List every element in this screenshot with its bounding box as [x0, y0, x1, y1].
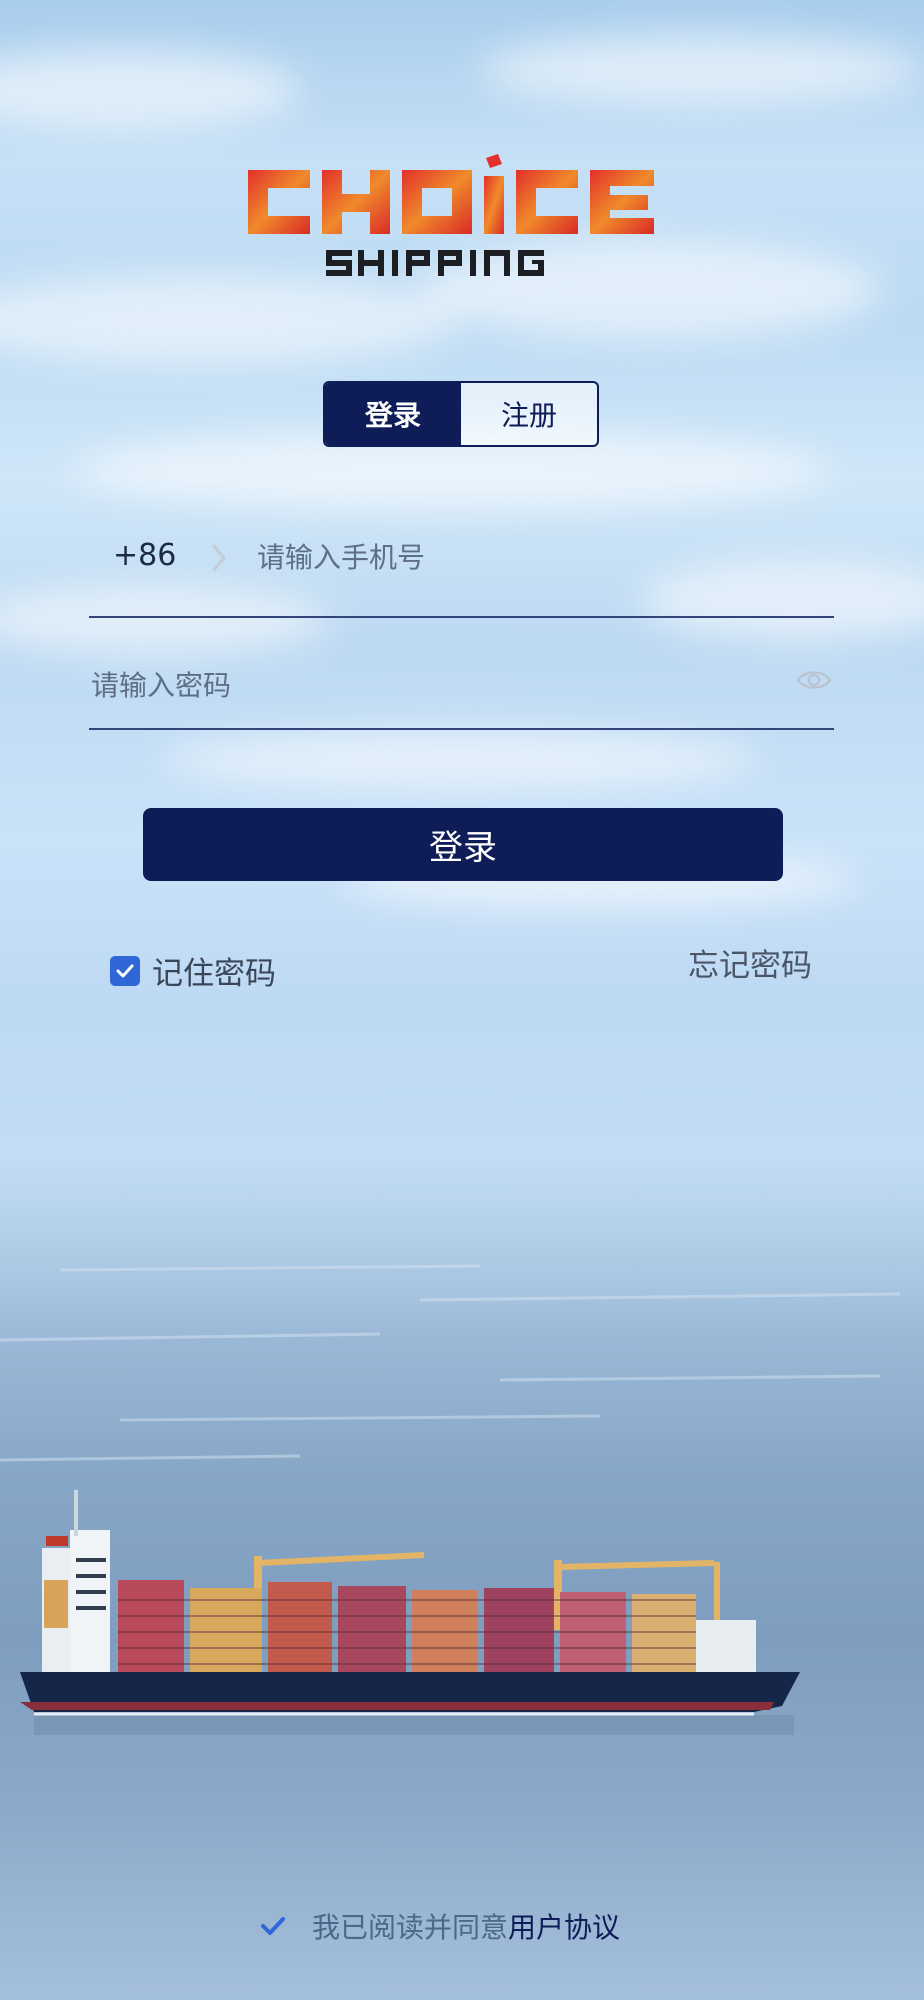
password-field-row [89, 650, 834, 730]
check-icon [261, 1917, 285, 1935]
user-agreement-link[interactable]: 用户协议 [508, 1906, 620, 1946]
agreement-text: 我已阅读并同意 [312, 1911, 509, 1944]
auth-tabs: 登录 注册 [323, 381, 599, 447]
remember-checkbox[interactable] [110, 955, 140, 986]
country-code-selector[interactable]: +86 [113, 538, 176, 573]
password-input[interactable] [89, 660, 733, 710]
remember-label: 记住密码 [152, 956, 276, 992]
agreement-row: 我已阅读并同意 用户协议 [258, 1906, 620, 1946]
remember-password[interactable]: 记住密码 [110, 948, 276, 993]
login-button[interactable]: 登录 [143, 808, 783, 881]
brand-logo [240, 150, 684, 290]
check-icon [116, 964, 134, 977]
eye-icon[interactable] [796, 666, 832, 694]
tab-login[interactable]: 登录 [325, 383, 461, 445]
forgot-password-link[interactable]: 忘记密码 [688, 940, 812, 985]
phone-field-row: +86 [89, 520, 834, 618]
tab-register[interactable]: 注册 [461, 383, 597, 445]
phone-input[interactable] [255, 532, 819, 582]
container-ship-image [14, 1470, 814, 1740]
agreement-checkbox[interactable] [258, 1911, 288, 1941]
chevron-right-icon[interactable] [207, 540, 231, 576]
